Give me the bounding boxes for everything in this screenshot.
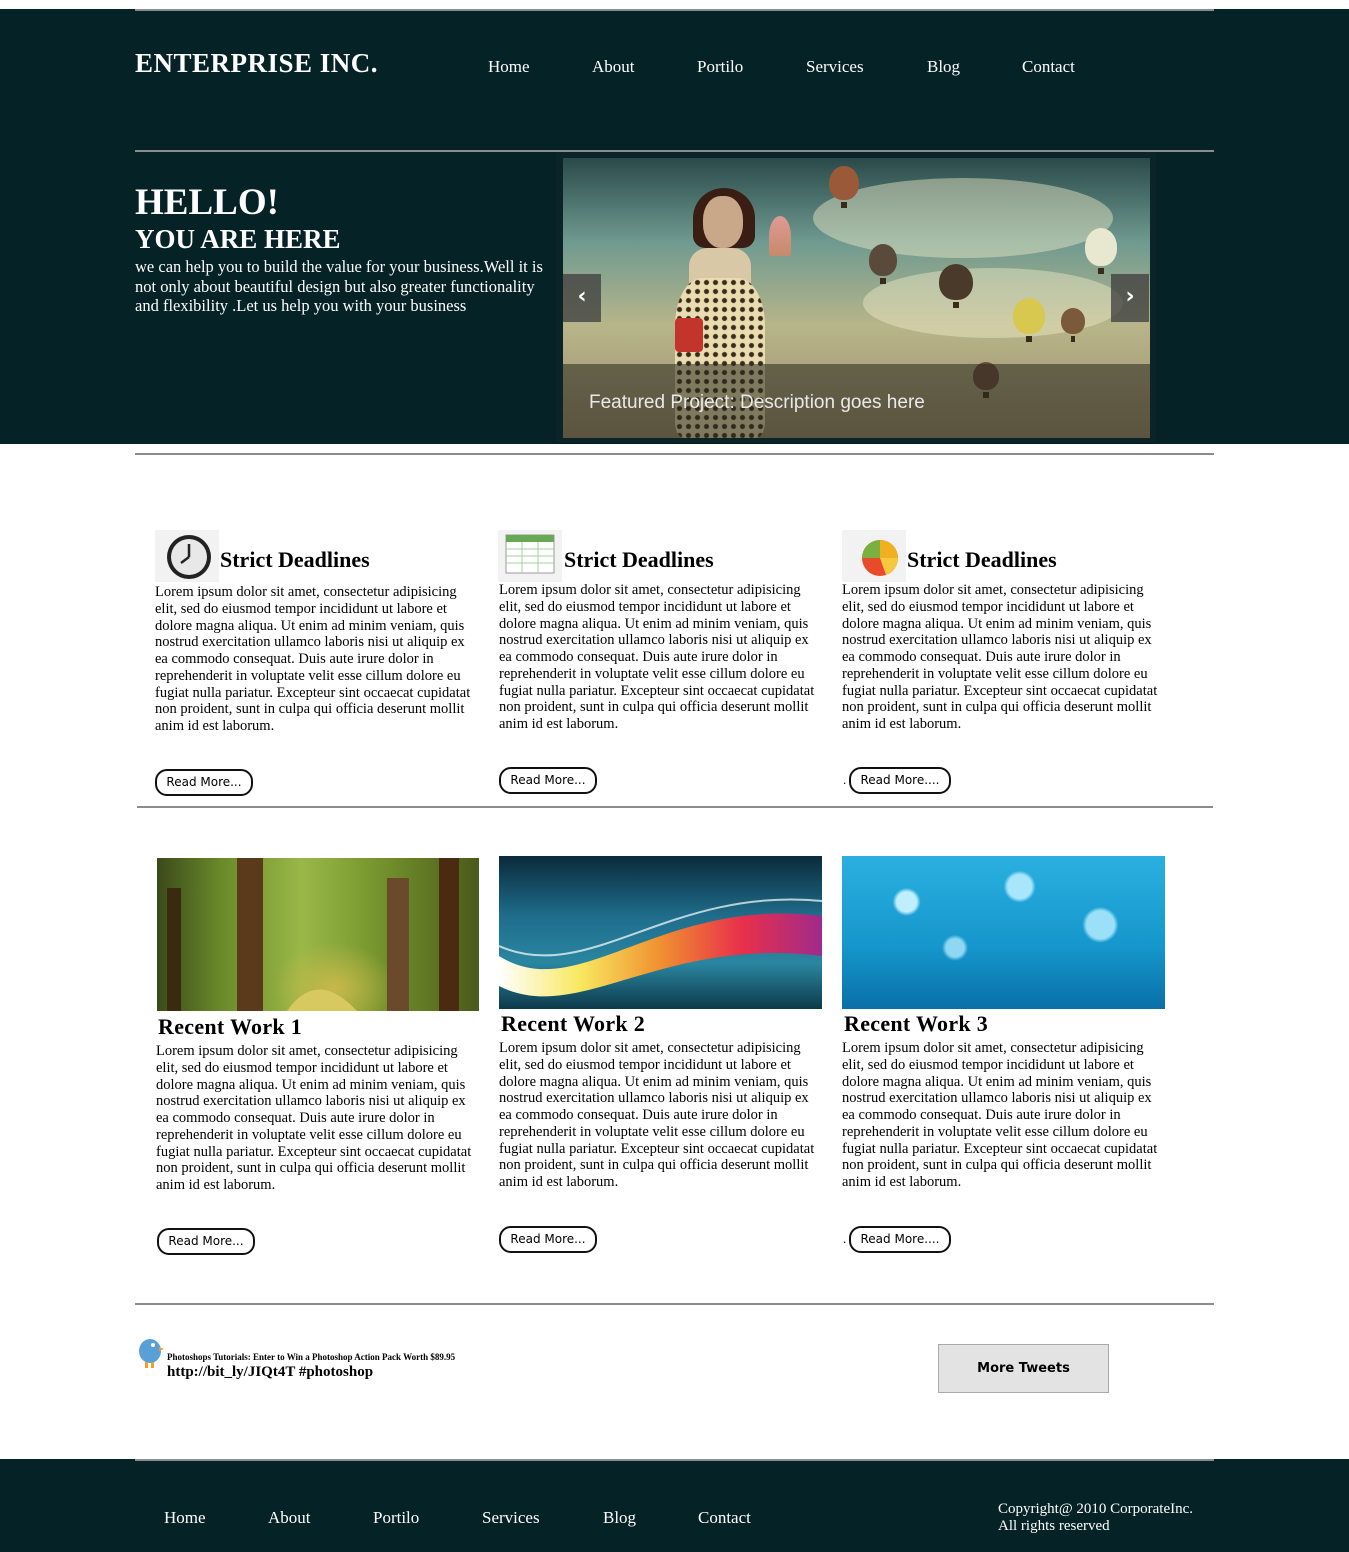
balloon-icon	[939, 264, 973, 308]
read-more-button[interactable]: Read More...	[155, 769, 253, 796]
copyright: Copyright@ 2010 CorporateInc. All rights…	[998, 1501, 1193, 1535]
section-rule	[135, 1303, 1214, 1305]
tweet-headline: Photoshops Tutorials: Enter to Win a Pho…	[167, 1352, 456, 1362]
balloon-icon	[1085, 228, 1117, 274]
feature-title: Strict Deadlines	[220, 547, 370, 572]
stray-dot: .	[843, 1231, 847, 1246]
recent-work-text: Lorem ipsum dolor sit amet, consectetur …	[842, 1040, 1158, 1190]
featured-slider[interactable]: Featured Project: Description goes here …	[556, 152, 1156, 442]
tweet-link[interactable]: http://bit_ly/JIQt4T #photoshop	[167, 1364, 373, 1381]
balloon-icon	[1061, 308, 1085, 342]
more-tweets-button[interactable]: More Tweets	[938, 1344, 1109, 1393]
recent-work-text: Lorem ipsum dolor sit amet, consectetur …	[499, 1040, 815, 1190]
read-more-button[interactable]: Read More...	[499, 767, 597, 794]
recent-work-title: Recent Work 2	[501, 1011, 646, 1036]
slider-image: Featured Project: Description goes here	[563, 158, 1150, 438]
copyright-line: Copyright@ 2010 CorporateInc.	[998, 1501, 1194, 1517]
read-more-button[interactable]: Read More...	[499, 1226, 597, 1253]
balloon-icon	[1013, 298, 1045, 342]
feature-text: Lorem ipsum dolor sit amet, consectetur …	[842, 582, 1158, 732]
nav-contact[interactable]: Contact	[1022, 57, 1075, 77]
feature-title: Strict Deadlines	[907, 547, 1057, 572]
balloon-icon	[829, 166, 859, 208]
feature-title: Strict Deadlines	[564, 547, 714, 572]
read-more-button[interactable]: Read More...	[157, 1228, 255, 1255]
footer-rule	[135, 1459, 1214, 1461]
recent-work-image[interactable]	[499, 856, 822, 1009]
read-more-button[interactable]: Read More....	[849, 1226, 951, 1253]
section-rule	[137, 806, 1213, 808]
feature-text: Lorem ipsum dolor sit amet, consectetur …	[499, 582, 815, 732]
recent-work-title: Recent Work 3	[844, 1011, 989, 1036]
copyright-line: All rights reserved	[998, 1518, 1110, 1534]
read-more-button[interactable]: Read More....	[849, 767, 951, 794]
stray-dot: .	[843, 772, 847, 787]
footer-nav-blog[interactable]: Blog	[603, 1508, 636, 1528]
feature-text: Lorem ipsum dolor sit amet, consectetur …	[155, 584, 471, 734]
slider-prev-button[interactable]: ‹	[563, 274, 601, 322]
slider-caption: Featured Project: Description goes here	[589, 392, 925, 413]
footer-nav-home[interactable]: Home	[164, 1508, 206, 1528]
section-rule	[135, 453, 1214, 455]
nav-portfolio[interactable]: Portilo	[697, 57, 743, 77]
top-rule	[135, 9, 1214, 11]
recent-work-text: Lorem ipsum dolor sit amet, consectetur …	[156, 1043, 472, 1193]
hero-text: we can help you to build the value for y…	[135, 257, 543, 315]
footer-nav-services[interactable]: Services	[482, 1508, 540, 1528]
nav-about[interactable]: About	[592, 57, 635, 77]
slider-next-button[interactable]: ›	[1111, 274, 1149, 322]
footer-nav-contact[interactable]: Contact	[698, 1508, 751, 1528]
recent-work-image[interactable]	[842, 856, 1165, 1009]
nav-blog[interactable]: Blog	[927, 57, 960, 77]
site-logo[interactable]: ENTERPRISE INC.	[135, 48, 378, 79]
recent-work-image[interactable]	[157, 858, 479, 1011]
footer-nav-portfolio[interactable]: Portilo	[373, 1508, 419, 1528]
pie-chart-icon	[842, 530, 906, 582]
nav-services[interactable]: Services	[806, 57, 864, 77]
recent-work-title: Recent Work 1	[158, 1014, 303, 1039]
clock-icon	[155, 530, 219, 582]
nav-home[interactable]: Home	[488, 57, 530, 77]
balloon-icon	[869, 244, 897, 284]
footer-nav-about[interactable]: About	[268, 1508, 311, 1528]
twitter-bird-icon	[135, 1333, 165, 1369]
hero-subtitle: YOU ARE HERE	[135, 224, 341, 254]
spreadsheet-icon	[498, 530, 562, 582]
hero-title: HELLO!	[135, 182, 279, 223]
